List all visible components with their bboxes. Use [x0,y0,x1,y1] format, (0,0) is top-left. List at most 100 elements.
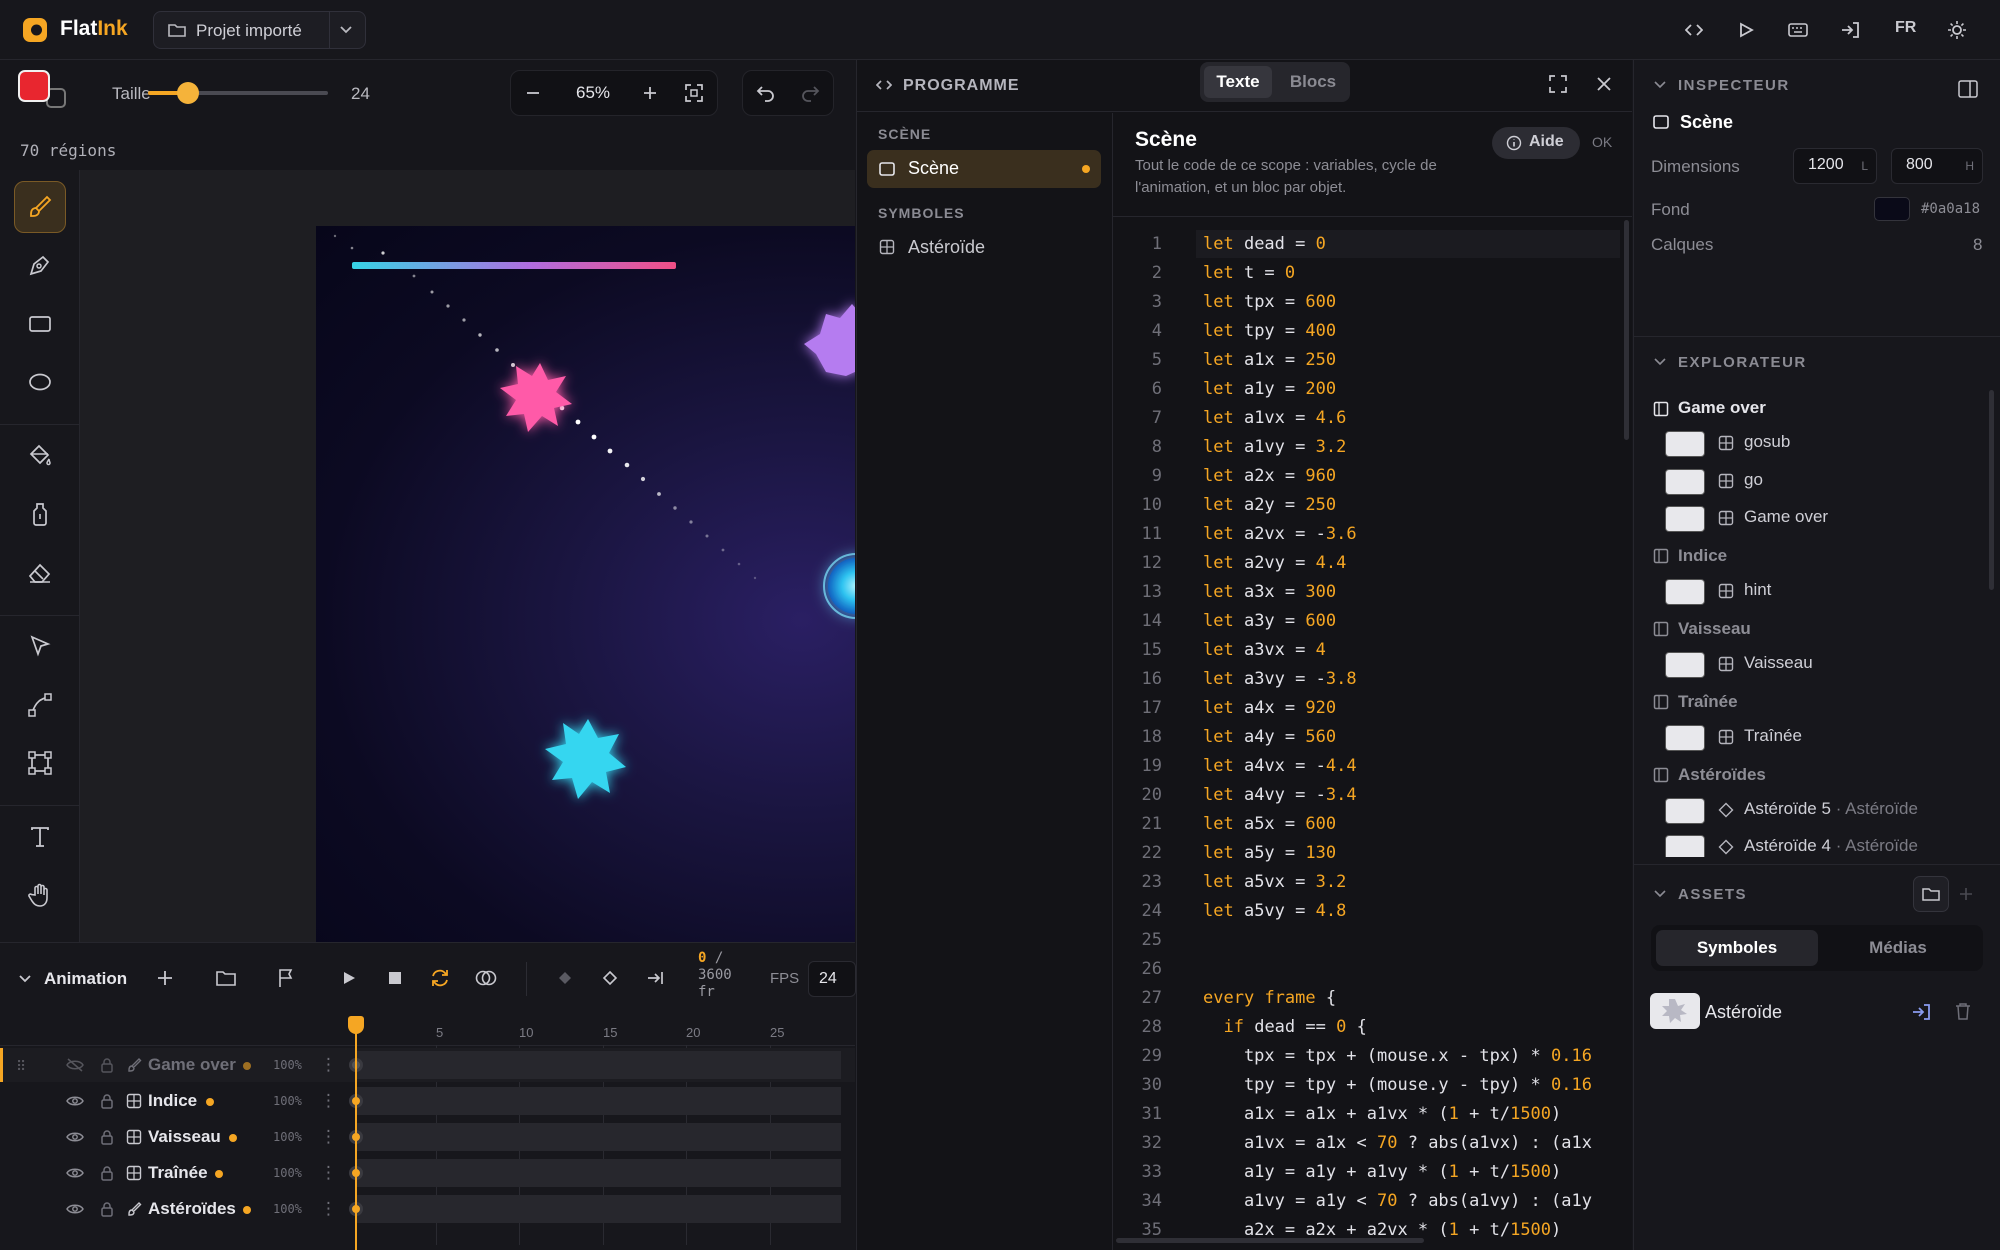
code-line[interactable]: let tpx = 600 [1203,292,1336,312]
node-tool[interactable] [14,679,66,731]
more-icon[interactable]: ⋮ [320,1127,337,1147]
code-line[interactable]: let a4y = 560 [1203,727,1336,747]
code-line[interactable]: tpx = tpx + (mouse.x - tpx) * 0.16 [1203,1046,1592,1066]
code-scrollbar[interactable] [1624,220,1629,440]
explorer-item[interactable]: gosub [1665,427,1995,461]
explorer-item[interactable]: Astéroïde 5 · Astéroïde [1665,794,1995,828]
fill-tool[interactable] [14,430,66,482]
size-slider-handle[interactable] [177,82,199,104]
keyframe-filled-icon[interactable] [557,970,573,986]
explorer-item[interactable]: Game over [1665,502,1995,536]
tab-text[interactable]: Texte [1204,66,1272,98]
eye-icon[interactable] [66,1094,84,1108]
more-icon[interactable]: ⋮ [320,1163,337,1183]
rectangle-tool[interactable] [14,298,66,350]
expand-icon[interactable] [1549,75,1567,93]
code-line[interactable]: let a2x = 960 [1203,466,1336,486]
code-line[interactable]: let t = 0 [1203,263,1295,283]
onion-skin-icon[interactable] [474,969,498,987]
scene-stage[interactable] [316,226,855,942]
text-tool[interactable] [14,811,66,863]
more-icon[interactable]: ⋮ [320,1055,337,1075]
primary-color-swatch[interactable] [18,70,50,102]
code-line[interactable]: let a4x = 920 [1203,698,1336,718]
hand-tool[interactable] [14,869,66,921]
timeline-layer-row[interactable]: Vaisseau 100% ⋮ [0,1120,855,1154]
eye-icon[interactable] [66,1202,84,1216]
tab-symbols[interactable]: Symboles [1656,930,1818,966]
code-line[interactable]: a1y = a1y + a1vy * (1 + t/1500) [1203,1162,1561,1182]
lock-icon[interactable] [100,1093,114,1109]
pen-tool[interactable] [14,239,66,291]
explorer-group[interactable]: Traînée [1678,692,1738,712]
zoom-in-icon[interactable] [641,84,659,102]
zoom-out-icon[interactable] [524,84,542,102]
code-line[interactable]: a2x = a2x + a2vx * (1 + t/1500) [1203,1220,1561,1240]
more-icon[interactable]: ⋮ [320,1199,337,1219]
frame-ruler[interactable] [0,1018,855,1046]
code-line[interactable]: tpy = tpy + (mouse.y - tpy) * 0.16 [1203,1075,1592,1095]
fit-screen-icon[interactable] [685,84,703,102]
code-line[interactable]: let a3vx = 4 [1203,640,1326,660]
code-line[interactable]: let a1x = 250 [1203,350,1336,370]
fps-input[interactable]: 24 [808,961,856,997]
eraser-tool[interactable] [14,547,66,599]
width-input[interactable]: 1200 L [1793,148,1877,184]
chevron-down-icon[interactable] [18,974,32,984]
code-line[interactable]: if dead == 0 { [1203,1017,1366,1037]
undo-icon[interactable] [756,84,776,102]
playhead[interactable] [355,1022,357,1250]
folder-icon[interactable] [216,969,236,987]
redo-icon[interactable] [800,84,820,102]
code-line[interactable]: let a3x = 300 [1203,582,1336,602]
code-line[interactable]: let a1y = 200 [1203,379,1336,399]
jump-end-icon[interactable] [647,970,665,986]
keyframe-empty-icon[interactable] [602,970,618,986]
drag-handle-icon[interactable]: ⠿ [16,1058,26,1075]
code-line[interactable]: let a1vx = 4.6 [1203,408,1346,428]
chevron-down-icon[interactable] [339,24,353,36]
stop-icon[interactable] [388,971,402,985]
explorer-group[interactable]: Astéroïdes [1678,765,1766,785]
lock-icon[interactable] [100,1165,114,1181]
play-icon[interactable] [341,970,357,986]
add-asset-icon[interactable] [1958,886,1974,902]
timeline-layer-row[interactable]: ⠿ Game over 100% ⋮ [0,1048,855,1082]
close-icon[interactable] [1596,76,1612,92]
code-line[interactable]: let tpy = 400 [1203,321,1336,341]
insert-asset-icon[interactable] [1911,1003,1931,1021]
dropper-tool[interactable] [14,488,66,540]
panel-layout-icon[interactable] [1958,80,1978,98]
chevron-down-icon[interactable] [1654,890,1666,898]
explorer-group[interactable]: Vaisseau [1678,619,1751,639]
lock-icon[interactable] [100,1201,114,1217]
asset-name[interactable]: Astéroïde [1705,1002,1782,1023]
keyboard-icon[interactable] [1786,18,1810,42]
code-line[interactable]: let dead = 0 [1203,234,1326,254]
trash-icon[interactable] [1955,1002,1971,1020]
chevron-down-icon[interactable] [1654,358,1666,366]
scope-item-symbol[interactable]: Astéroïde [908,237,985,258]
import-folder-button[interactable] [1913,876,1949,912]
ellipse-tool[interactable] [14,356,66,408]
code-line[interactable]: let a2vy = 4.4 [1203,553,1346,573]
eye-hidden-icon[interactable] [66,1058,84,1072]
code-line[interactable]: let a5vx = 3.2 [1203,872,1346,892]
language-button[interactable]: FR [1895,19,1916,37]
asset-thumbnail[interactable] [1650,993,1700,1029]
code-line[interactable]: let a5x = 600 [1203,814,1336,834]
code-line[interactable]: let a4vy = -3.4 [1203,785,1357,805]
code-line[interactable]: every frame { [1203,988,1336,1008]
tab-media[interactable]: Médias [1818,930,1978,966]
export-icon[interactable] [1838,18,1862,42]
explorer-item[interactable]: Traînée [1665,721,1995,755]
explorer-item[interactable]: Vaisseau [1665,648,1995,682]
explorer-item[interactable]: go [1665,465,1995,499]
lock-icon[interactable] [100,1057,114,1073]
timeline-layer-row[interactable]: Indice 100% ⋮ [0,1084,855,1118]
loop-icon[interactable] [429,967,451,989]
scope-item-scene[interactable]: Scène [867,150,1101,188]
timeline-layer-row[interactable]: Astéroïdes 100% ⋮ [0,1192,855,1226]
background-swatch[interactable] [1874,197,1910,221]
select-tool[interactable] [14,620,66,672]
